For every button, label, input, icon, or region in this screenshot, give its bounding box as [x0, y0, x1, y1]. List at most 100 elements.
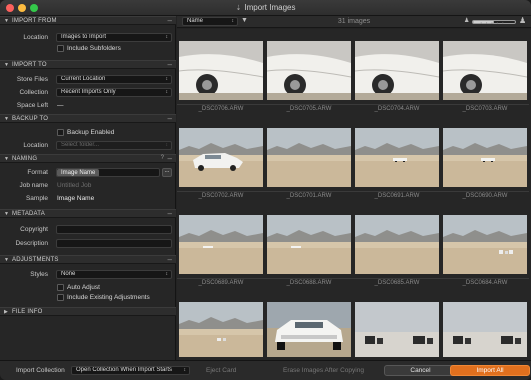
- disclosure-triangle-icon: ▼: [4, 116, 9, 122]
- backup-location-placeholder: Select folder...: [61, 142, 100, 148]
- styles-select[interactable]: None ↕: [56, 270, 172, 279]
- person-small-icon: ♟: [464, 18, 470, 24]
- copyright-label: Copyright: [20, 226, 48, 233]
- job-name-input[interactable]: Untitled Job: [57, 182, 91, 189]
- include-existing-adjustments-checkbox[interactable]: [57, 294, 64, 301]
- collapse-icon[interactable]: –: [168, 154, 172, 163]
- section-import-from-header[interactable]: ▼ IMPORT FROM –: [0, 16, 176, 25]
- help-icon[interactable]: ?: [161, 155, 164, 161]
- collapse-icon[interactable]: –: [168, 16, 172, 25]
- cancel-button[interactable]: Cancel: [384, 365, 457, 376]
- collapse-icon[interactable]: –: [168, 60, 172, 69]
- thumbnail-image: [443, 128, 527, 187]
- section-title: NAMING: [12, 156, 38, 162]
- section-metadata-header[interactable]: ▼ METADATA –: [0, 209, 176, 218]
- thumbnail-image: [355, 215, 439, 274]
- updown-arrows-icon: ↕: [165, 271, 169, 277]
- thumbnail-image: [443, 302, 527, 357]
- image-thumbnail[interactable]: [179, 128, 263, 187]
- image-thumbnail[interactable]: [355, 41, 439, 100]
- thumbnail-image: [267, 215, 351, 274]
- collapse-icon[interactable]: –: [168, 209, 172, 218]
- backup-enabled-label: Backup Enabled: [67, 129, 115, 136]
- thumbnail-image: [179, 41, 263, 100]
- section-adjustments-header[interactable]: ▼ ADJUSTMENTS –: [0, 255, 176, 264]
- import-images-window: ⇣ Import Images ▼ IMPORT FROM – Location …: [0, 0, 531, 380]
- updown-arrows-icon: ↕: [183, 367, 187, 373]
- thumbnail-image: [267, 302, 351, 357]
- import-collection-value: Open Collection When Import Starts: [76, 367, 173, 373]
- image-thumbnail[interactable]: [267, 302, 351, 357]
- styles-label: Styles: [30, 271, 48, 278]
- browser-toolbar: Name ↕ ▼ 31 images ♟ ••••• ♟: [177, 16, 531, 28]
- copyright-input[interactable]: [56, 225, 172, 234]
- format-more-button[interactable]: ...: [162, 168, 172, 177]
- thumbnail-image: [355, 41, 439, 100]
- store-files-select[interactable]: Current Location ↕: [56, 75, 172, 84]
- thumbnail-image: [267, 41, 351, 100]
- thumbnail-size-slider[interactable]: •••••: [472, 20, 516, 25]
- image-thumbnail[interactable]: [179, 302, 263, 357]
- image-thumbnail[interactable]: [267, 41, 351, 100]
- import-location-value: Images to Import: [61, 34, 107, 40]
- import-all-button[interactable]: Import All: [450, 365, 530, 376]
- collapse-icon[interactable]: –: [168, 114, 172, 123]
- collection-select[interactable]: Recent Imports Only ↕: [56, 88, 172, 97]
- section-title: IMPORT FROM: [12, 18, 57, 24]
- thumbnail-image: [179, 215, 263, 274]
- sample-value: Image Name: [57, 195, 95, 202]
- slider-ticks: •••••: [480, 20, 508, 25]
- import-settings-sidebar: ▼ IMPORT FROM – Location Images to Impor…: [0, 16, 176, 360]
- space-left-value: —: [57, 102, 64, 109]
- image-thumbnail[interactable]: [267, 128, 351, 187]
- disclosure-triangle-closed-icon: ▶: [4, 309, 8, 315]
- include-subfolders-checkbox[interactable]: [57, 45, 64, 52]
- auto-adjust-checkbox[interactable]: [57, 284, 64, 291]
- include-subfolders-label: Include Subfolders: [67, 45, 121, 52]
- description-label: Description: [15, 240, 48, 247]
- backup-enabled-checkbox[interactable]: [57, 129, 64, 136]
- store-files-label: Store Files: [16, 76, 48, 83]
- image-filename: _DSC0691.ARW: [353, 191, 441, 199]
- image-thumbnail[interactable]: [179, 215, 263, 274]
- format-token-field[interactable]: Image Name: [56, 168, 160, 177]
- thumbnail-image: [443, 215, 527, 274]
- format-token-image-name[interactable]: Image Name: [57, 169, 100, 176]
- updown-arrows-icon: ↕: [165, 89, 169, 95]
- section-file-info-header[interactable]: ▶ FILE INFO: [0, 307, 176, 316]
- image-thumbnail[interactable]: [443, 128, 527, 187]
- image-filename: _DSC0689.ARW: [177, 278, 265, 286]
- image-thumbnail[interactable]: [355, 302, 439, 357]
- section-import-to-header[interactable]: ▼ IMPORT TO –: [0, 60, 176, 69]
- thumbnail-image: [179, 128, 263, 187]
- backup-location-select: Select folder... ↕: [56, 141, 172, 150]
- window-title-wrap: ⇣ Import Images: [0, 3, 531, 12]
- import-icon: ⇣: [235, 5, 242, 12]
- styles-value: None: [61, 271, 76, 277]
- image-thumbnail[interactable]: [443, 215, 527, 274]
- eject-card-button: Eject Card: [206, 367, 237, 374]
- image-filename: _DSC0690.ARW: [441, 191, 529, 199]
- collapse-icon[interactable]: –: [168, 255, 172, 264]
- image-thumbnail[interactable]: [443, 41, 527, 100]
- erase-images-option: Erase Images After Copying: [283, 367, 364, 374]
- description-input[interactable]: [56, 239, 172, 248]
- image-thumbnail[interactable]: [355, 215, 439, 274]
- image-thumbnail[interactable]: [443, 302, 527, 357]
- include-existing-adjustments-label: Include Existing Adjustments: [67, 294, 150, 301]
- image-thumbnail[interactable]: [179, 41, 263, 100]
- import-collection-select[interactable]: Open Collection When Import Starts ↕: [71, 366, 190, 375]
- image-thumbnail[interactable]: [267, 215, 351, 274]
- thumbnail-image: [443, 41, 527, 100]
- section-backup-to-header[interactable]: ▼ BACKUP TO –: [0, 114, 176, 123]
- format-label: Format: [27, 169, 48, 176]
- image-filename: _DSC0702.ARW: [177, 191, 265, 199]
- disclosure-triangle-icon: ▼: [4, 211, 9, 217]
- disclosure-triangle-icon: ▼: [4, 62, 9, 68]
- image-thumbnail[interactable]: [355, 128, 439, 187]
- disclosure-triangle-icon: ▼: [4, 156, 9, 162]
- image-grid: _DSC0706.ARW _DSC0705.ARW _DSC0704.ARW _DSC…: [177, 29, 531, 360]
- disclosure-triangle-icon: ▼: [4, 257, 9, 263]
- section-naming-header[interactable]: ▼ NAMING ? –: [0, 154, 176, 163]
- import-location-select[interactable]: Images to Import ↕: [56, 33, 172, 42]
